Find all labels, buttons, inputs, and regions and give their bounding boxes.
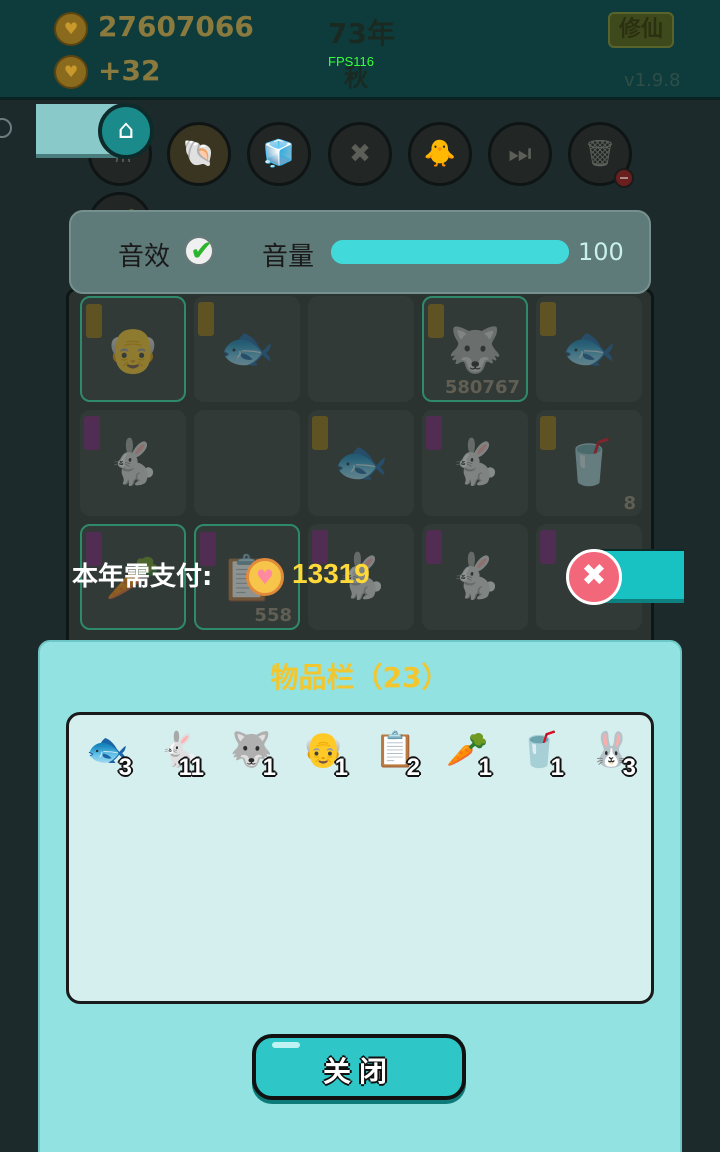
item-quantity: 11 bbox=[178, 754, 204, 781]
inventory-item[interactable]: 👴 1 bbox=[292, 722, 352, 782]
backpack-cell[interactable]: 🥤 8 bbox=[536, 410, 642, 516]
item-quantity: 1 bbox=[478, 754, 492, 781]
volume-slider[interactable] bbox=[331, 240, 569, 264]
backpack-cell[interactable]: 🐺 580767 bbox=[422, 296, 528, 402]
home-button[interactable]: ⌂ bbox=[98, 103, 154, 159]
item-quantity: 2 bbox=[406, 754, 420, 781]
home-icon: ⌂ bbox=[117, 115, 135, 145]
ice-cube-icon: 🧊 bbox=[262, 139, 296, 169]
item-quantity: 3 bbox=[622, 754, 636, 781]
close-icon[interactable] bbox=[566, 549, 622, 605]
inventory-item[interactable]: 🐇 11 bbox=[148, 722, 208, 782]
backpack-cell[interactable]: 🐟 bbox=[536, 296, 642, 402]
inventory-item[interactable]: 📋 2 bbox=[364, 722, 424, 782]
skip-button[interactable]: ⏭ bbox=[488, 122, 552, 186]
side-menu-icon[interactable] bbox=[0, 118, 12, 138]
inventory-item[interactable]: 🐺 1 bbox=[220, 722, 280, 782]
item-quantity: 1 bbox=[262, 754, 276, 781]
volume-label: 音量 bbox=[262, 242, 315, 272]
chick-button[interactable]: 🐥 bbox=[408, 122, 472, 186]
item-icon: 🥤 bbox=[561, 437, 617, 488]
item-icon: 🐇 bbox=[105, 437, 161, 488]
inventory-item[interactable]: 🐟 3 bbox=[76, 722, 136, 782]
item-icon: 🐟 bbox=[219, 323, 275, 374]
delete-button[interactable]: ✖ bbox=[328, 122, 392, 186]
year-label: 73年 bbox=[328, 17, 395, 50]
item-quantity: 3 bbox=[118, 754, 132, 781]
volume-value: 100 bbox=[578, 238, 624, 266]
trash-bag-icon: 🗑 bbox=[583, 139, 617, 169]
fps-counter: FPS116 bbox=[328, 54, 375, 69]
sound-checkbox[interactable] bbox=[184, 234, 214, 267]
item-quantity: 1 bbox=[334, 754, 348, 781]
coin-income: +32 bbox=[98, 54, 161, 87]
item-icon: 👴 bbox=[105, 325, 161, 376]
backpack-cell[interactable]: 🐟 bbox=[194, 296, 300, 402]
item-quantity: 1 bbox=[550, 754, 564, 781]
item-icon: 🐟 bbox=[561, 323, 617, 374]
item-icon: 🐟 bbox=[333, 437, 389, 488]
coin-income-icon bbox=[54, 55, 88, 89]
volume-fill bbox=[331, 240, 569, 264]
version-label: v1.9.8 bbox=[624, 70, 681, 91]
payment-amount: 13319 bbox=[292, 558, 370, 589]
inventory-item[interactable]: 🐰 3 bbox=[580, 722, 640, 782]
button-shine bbox=[272, 1042, 300, 1048]
backpack-cell[interactable]: 🐇 bbox=[422, 410, 528, 516]
ice-button[interactable]: 🧊 bbox=[247, 122, 311, 186]
item-count: 8 bbox=[623, 493, 636, 514]
item-count: 558 bbox=[254, 605, 292, 626]
minus-badge-icon bbox=[614, 168, 634, 188]
item-icon: 🐇 bbox=[447, 551, 503, 602]
xiuxian-button[interactable]: 修仙 bbox=[608, 12, 674, 48]
shell-icon: 🐚 bbox=[182, 139, 216, 169]
chick-icon: 🐥 bbox=[423, 139, 457, 169]
inventory-item[interactable]: 🥤 1 bbox=[508, 722, 568, 782]
coin-total: 27607066 bbox=[98, 10, 254, 43]
backpack-cell[interactable] bbox=[194, 410, 300, 516]
shell-button[interactable]: 🐚 bbox=[167, 122, 231, 186]
backpack-cell[interactable]: 🐇 bbox=[422, 524, 528, 630]
payment-label: 本年需支付: bbox=[72, 562, 213, 592]
backpack-cell[interactable]: 🐟 bbox=[308, 410, 414, 516]
item-count: 580767 bbox=[444, 377, 520, 398]
backpack-cell[interactable] bbox=[308, 296, 414, 402]
backpack-cell[interactable]: 👴 bbox=[80, 296, 186, 402]
item-icon: 🐇 bbox=[447, 437, 503, 488]
inventory-item[interactable]: 🥕 1 bbox=[436, 722, 496, 782]
coin-icon bbox=[246, 558, 284, 596]
delete-tag-icon: ✖ bbox=[349, 139, 371, 169]
backpack-cell[interactable]: 🐇 bbox=[80, 410, 186, 516]
sound-label: 音效 bbox=[118, 242, 171, 272]
item-icon: 🐺 bbox=[447, 325, 503, 376]
close-button-label: 关闭 bbox=[322, 1055, 395, 1088]
inventory-title: 物品栏（23） bbox=[270, 661, 450, 694]
skip-icon: ⏭ bbox=[508, 139, 532, 169]
coin-icon bbox=[54, 12, 88, 46]
